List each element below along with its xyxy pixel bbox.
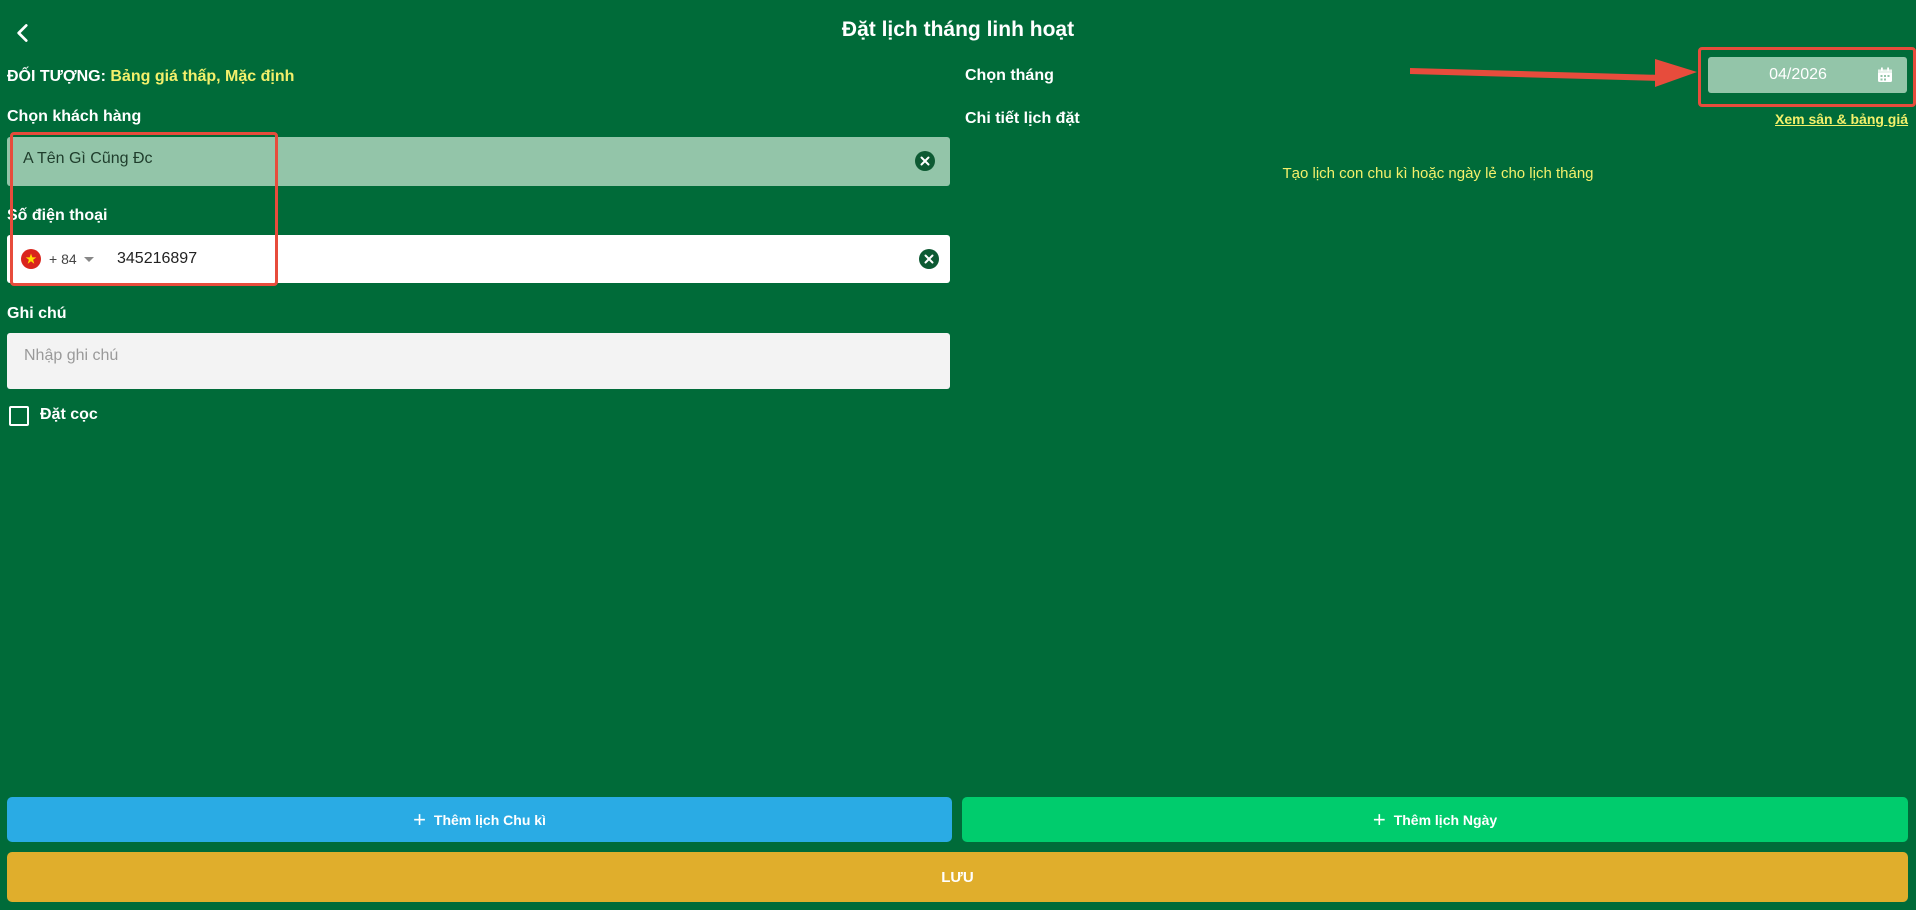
empty-schedule-message: Tạo lịch con chu kì hoặc ngày lẻ cho lịc… — [1282, 165, 1594, 182]
target-value: Bảng giá thấp, Mặc định — [110, 68, 295, 85]
add-day-label: Thêm lịch Ngày — [1393, 811, 1498, 828]
save-button[interactable]: LƯU — [7, 852, 1908, 902]
red-arrow-icon — [1410, 59, 1697, 87]
page-title: Đặt lịch tháng linh hoạt — [841, 18, 1075, 41]
highlight-box-month — [1698, 47, 1916, 107]
clear-phone-icon[interactable] — [919, 249, 939, 269]
deposit-label: Đặt cọc — [40, 406, 98, 423]
plus-icon: + — [1372, 806, 1386, 832]
view-courts-link[interactable]: Xem sân & bảng giá — [1775, 111, 1908, 127]
add-day-button[interactable]: + Thêm lịch Ngày — [962, 797, 1908, 842]
add-cycle-button[interactable]: + Thêm lịch Chu kì — [7, 797, 952, 842]
customer-label: Chọn khách hàng — [7, 108, 142, 125]
month-label: Chọn tháng — [965, 67, 1054, 84]
note-input[interactable] — [22, 340, 926, 372]
details-label: Chi tiết lịch đặt — [965, 110, 1080, 127]
plus-icon: + — [413, 806, 426, 832]
target-group: ĐỐI TƯỢNG: Bảng giá thấp, Mặc định — [7, 68, 294, 86]
deposit-checkbox[interactable] — [9, 406, 29, 426]
target-label: ĐỐI TƯỢNG: — [7, 68, 106, 85]
clear-customer-icon[interactable] — [915, 151, 935, 171]
add-cycle-label: Thêm lịch Chu kì — [433, 811, 546, 828]
note-label: Ghi chú — [7, 305, 67, 322]
highlight-box-customer — [10, 132, 278, 286]
